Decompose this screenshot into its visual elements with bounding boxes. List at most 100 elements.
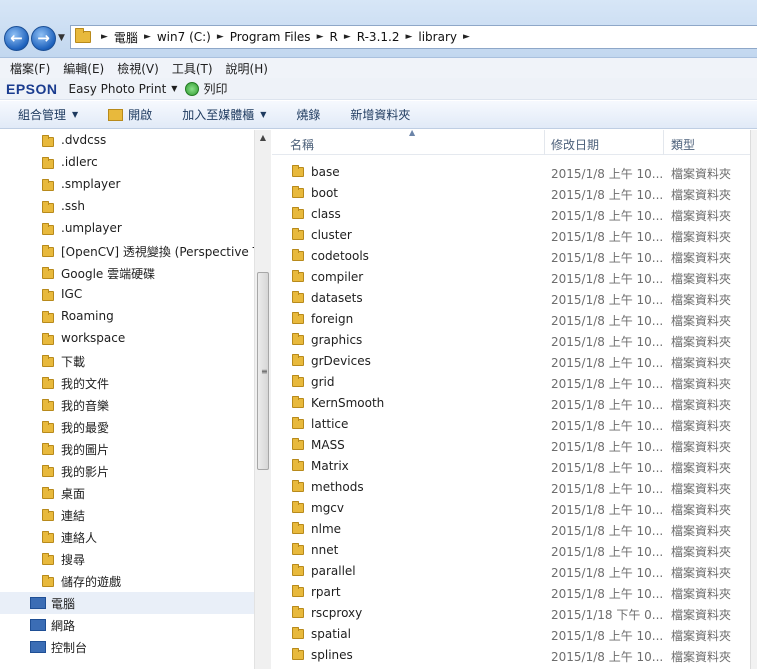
nav-item-label: 我的影片	[61, 465, 110, 479]
nav-item-control-panel[interactable]: 控制台	[0, 636, 254, 658]
breadcrumb-computer[interactable]: 電腦	[114, 29, 138, 46]
file-row[interactable]: class 2015/1/8 上午 10... 檔案資料夾	[272, 204, 757, 225]
nav-item[interactable]: Google 雲端硬碟	[0, 262, 254, 284]
file-row[interactable]: mgcv 2015/1/8 上午 10... 檔案資料夾	[272, 498, 757, 519]
scrollbar-thumb[interactable]: ≡	[257, 272, 269, 470]
nav-item[interactable]: [OpenCV] 透視變換 (Perspective Tr	[0, 240, 254, 262]
chevron-right-icon[interactable]: ►	[217, 32, 224, 42]
nav-item[interactable]: .umplayer	[0, 218, 254, 240]
nav-item[interactable]: workspace	[0, 328, 254, 350]
file-row[interactable]: rpart 2015/1/8 上午 10... 檔案資料夾	[272, 582, 757, 603]
nav-item-label: 儲存的遊戲	[61, 575, 122, 589]
column-date-modified[interactable]: 修改日期	[551, 136, 599, 153]
file-row[interactable]: methods 2015/1/8 上午 10... 檔案資料夾	[272, 477, 757, 498]
chevron-right-icon[interactable]: ►	[317, 32, 324, 42]
nav-item[interactable]: 連結	[0, 504, 254, 526]
file-row[interactable]: KernSmooth 2015/1/8 上午 10... 檔案資料夾	[272, 393, 757, 414]
nav-item-computer[interactable]: 電腦	[0, 592, 254, 614]
nav-item[interactable]: 連絡人	[0, 526, 254, 548]
new-folder-button[interactable]: 新增資料夾	[350, 106, 410, 123]
column-divider[interactable]	[544, 130, 545, 155]
add-to-library-button[interactable]: 加入至媒體櫃 ▼	[182, 106, 266, 123]
folder-icon	[292, 480, 304, 492]
nav-item[interactable]: 桌面	[0, 482, 254, 504]
nav-item[interactable]: .dvdcss	[0, 130, 254, 152]
file-row[interactable]: grDevices 2015/1/8 上午 10... 檔案資料夾	[272, 351, 757, 372]
back-arrow-icon[interactable]: ←	[4, 26, 29, 51]
file-row[interactable]: datasets 2015/1/8 上午 10... 檔案資料夾	[272, 288, 757, 309]
file-row[interactable]: grid 2015/1/8 上午 10... 檔案資料夾	[272, 372, 757, 393]
nav-item[interactable]: Roaming	[0, 306, 254, 328]
organize-button[interactable]: 組合管理 ▼	[18, 106, 78, 123]
nav-item[interactable]: 我的影片	[0, 460, 254, 482]
chevron-right-icon[interactable]: ►	[344, 32, 351, 42]
folder-icon	[42, 201, 54, 213]
nav-item[interactable]: .idlerc	[0, 152, 254, 174]
file-row[interactable]: graphics 2015/1/8 上午 10... 檔案資料夾	[272, 330, 757, 351]
menu-edit[interactable]: 編輯(E)	[63, 60, 104, 77]
menu-view[interactable]: 檢視(V)	[117, 60, 159, 77]
menu-file[interactable]: 檔案(F)	[10, 60, 50, 77]
add-to-library-label: 加入至媒體櫃	[182, 108, 255, 122]
nav-item[interactable]: 我的音樂	[0, 394, 254, 416]
file-row[interactable]: cluster 2015/1/8 上午 10... 檔案資料夾	[272, 225, 757, 246]
file-row[interactable]: lattice 2015/1/8 上午 10... 檔案資料夾	[272, 414, 757, 435]
folder-icon	[292, 648, 304, 660]
file-row[interactable]: compiler 2015/1/8 上午 10... 檔案資料夾	[272, 267, 757, 288]
nav-item-network[interactable]: 網路	[0, 614, 254, 636]
file-row[interactable]: rscproxy 2015/1/18 下午 0... 檔案資料夾	[272, 603, 757, 624]
breadcrumb-r[interactable]: R	[329, 30, 337, 44]
address-box[interactable]: ► 電腦 ► win7 (C:) ► Program Files ► R ► R…	[70, 25, 757, 49]
file-date: 2015/1/8 上午 10...	[551, 461, 664, 475]
scroll-up-arrow-icon[interactable]: ▲	[255, 130, 271, 146]
main-scrollbar[interactable]	[750, 130, 757, 669]
nav-item[interactable]: .ssh	[0, 196, 254, 218]
folder-icon	[292, 333, 304, 345]
file-row[interactable]: Matrix 2015/1/8 上午 10... 檔案資料夾	[272, 456, 757, 477]
breadcrumb-r-version[interactable]: R-3.1.2	[357, 30, 400, 44]
burn-button[interactable]: 燒錄	[296, 106, 320, 123]
downloads-icon	[42, 355, 54, 367]
column-name[interactable]: 名稱	[290, 136, 314, 153]
chevron-right-icon[interactable]: ►	[144, 32, 151, 42]
file-row[interactable]: foreign 2015/1/8 上午 10... 檔案資料夾	[272, 309, 757, 330]
nav-scrollbar[interactable]: ▲ ≡	[254, 130, 271, 669]
menu-tools[interactable]: 工具(T)	[172, 60, 213, 77]
breadcrumb-library[interactable]: library	[418, 30, 457, 44]
file-row[interactable]: codetools 2015/1/8 上午 10... 檔案資料夾	[272, 246, 757, 267]
print-button[interactable]: 列印	[203, 80, 227, 97]
file-row[interactable]: parallel 2015/1/8 上午 10... 檔案資料夾	[272, 561, 757, 582]
breadcrumb-program-files[interactable]: Program Files	[230, 30, 311, 44]
chevron-right-icon[interactable]: ►	[405, 32, 412, 42]
nav-item-label: 下載	[61, 355, 86, 369]
recent-pages-dropdown-icon[interactable]: ▼	[58, 33, 65, 43]
chevron-right-icon[interactable]: ►	[101, 32, 108, 42]
open-button[interactable]: 開啟	[108, 106, 152, 123]
file-row[interactable]: boot 2015/1/8 上午 10... 檔案資料夾	[272, 183, 757, 204]
chevron-down-icon[interactable]: ▼	[171, 84, 177, 93]
nav-item[interactable]: 儲存的遊戲	[0, 570, 254, 592]
nav-item[interactable]: IGC	[0, 284, 254, 306]
nav-item[interactable]: 我的最愛	[0, 416, 254, 438]
nav-item[interactable]: 下載	[0, 350, 254, 372]
file-row[interactable]: base 2015/1/8 上午 10... 檔案資料夾	[272, 162, 757, 183]
chevron-right-icon[interactable]: ►	[463, 32, 470, 42]
column-type[interactable]: 類型	[671, 136, 695, 153]
print-icon[interactable]	[185, 81, 200, 96]
file-row[interactable]: nlme 2015/1/8 上午 10... 檔案資料夾	[272, 519, 757, 540]
breadcrumb-drive[interactable]: win7 (C:)	[157, 30, 211, 44]
nav-item[interactable]: 我的圖片	[0, 438, 254, 460]
file-row[interactable]: splines 2015/1/8 上午 10... 檔案資料夾	[272, 645, 757, 666]
file-row[interactable]: nnet 2015/1/8 上午 10... 檔案資料夾	[272, 540, 757, 561]
nav-item[interactable]: 搜尋	[0, 548, 254, 570]
column-divider[interactable]	[663, 130, 664, 155]
menu-help[interactable]: 說明(H)	[226, 60, 268, 77]
nav-item[interactable]: 我的文件	[0, 372, 254, 394]
links-icon	[42, 509, 54, 521]
nav-item[interactable]: .smplayer	[0, 174, 254, 196]
file-date: 2015/1/8 上午 10...	[551, 251, 664, 265]
easy-photo-print-button[interactable]: Easy Photo Print	[69, 82, 167, 96]
file-row[interactable]: MASS 2015/1/8 上午 10... 檔案資料夾	[272, 435, 757, 456]
file-row[interactable]: spatial 2015/1/8 上午 10... 檔案資料夾	[272, 624, 757, 645]
forward-arrow-icon[interactable]: →	[31, 26, 56, 51]
